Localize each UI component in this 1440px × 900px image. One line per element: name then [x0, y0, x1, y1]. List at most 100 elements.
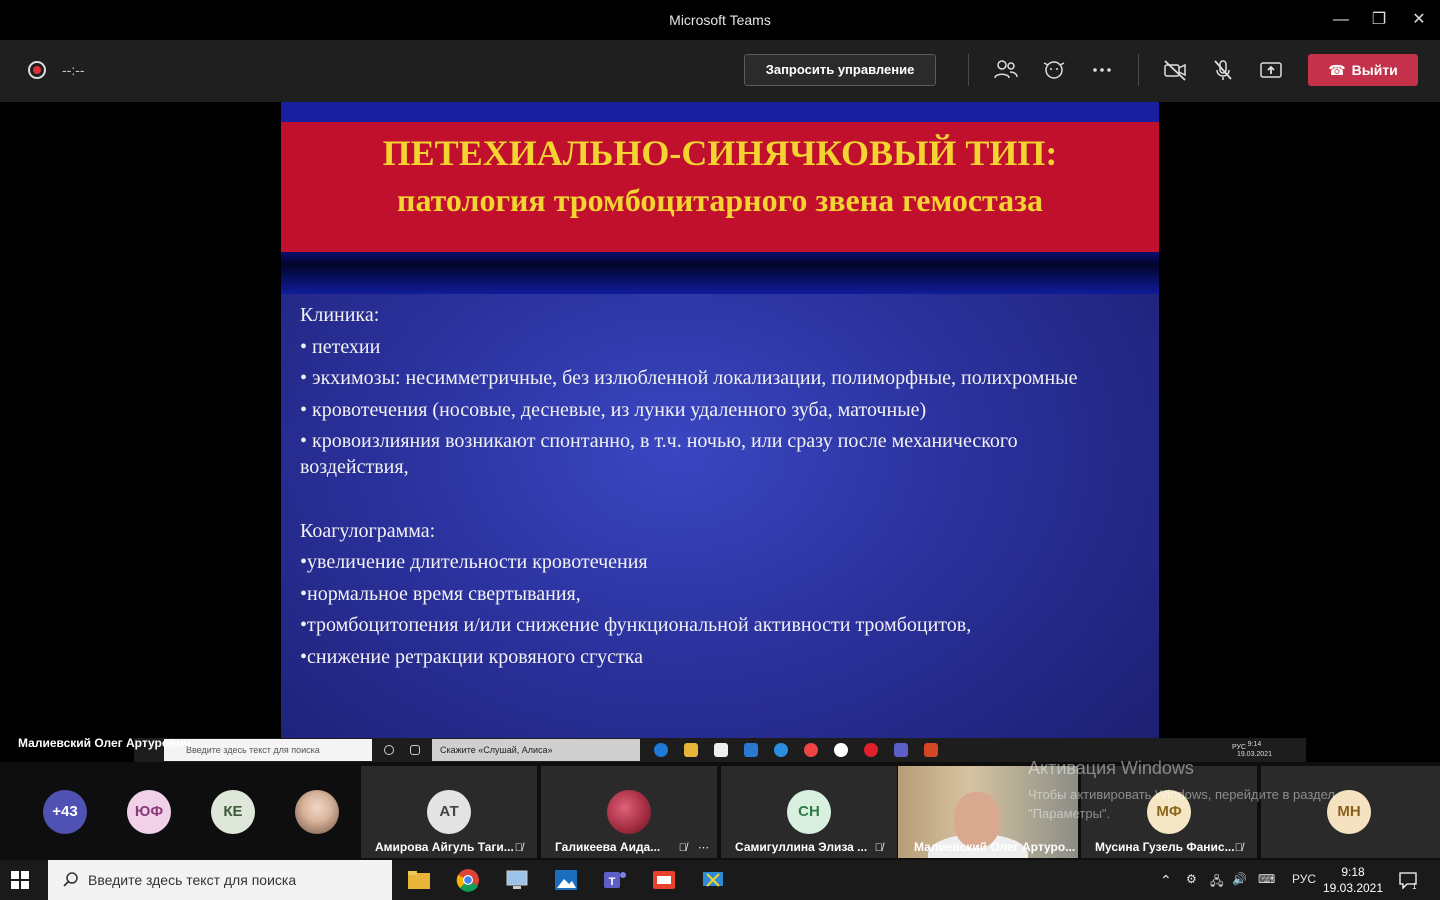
- participant-avatar[interactable]: ЮФ: [127, 790, 171, 834]
- overflow-participants[interactable]: +43: [43, 790, 87, 834]
- chrome-icon[interactable]: [454, 866, 482, 894]
- mic-off-icon: 🎙̸: [678, 842, 687, 854]
- participant-name: Самигуллина Элиза ...: [735, 840, 868, 854]
- mic-off-icon: 🎙̸: [874, 842, 883, 854]
- coag-item: •увеличение длительности кровотечения: [300, 551, 648, 573]
- meeting-timer: --:--: [62, 62, 85, 78]
- slide-body: Клиника: • петехии • экхимозы: несимметр…: [300, 302, 1159, 675]
- participants-icon[interactable]: [993, 57, 1019, 83]
- search-icon: [63, 872, 78, 887]
- participant-tile[interactable]: СН Самигуллина Элиза ... 🎙̸: [721, 766, 897, 858]
- windows-activation-watermark: Активация Windows Чтобы активировать Win…: [1028, 758, 1388, 823]
- toolbar-divider: [968, 54, 969, 86]
- clinic-heading: Клиника:: [300, 304, 380, 326]
- coag-item: •тромбоцитопения и/или снижение функцион…: [300, 614, 972, 636]
- task-view-icon: [410, 745, 420, 755]
- teams-icon[interactable]: T: [601, 866, 629, 894]
- request-control-button[interactable]: Запросить управление: [744, 54, 936, 86]
- participant-name: Мусина Гузель Фанис...: [1095, 840, 1235, 854]
- slide-title-box: ПЕТЕХИАЛЬНО-СИНЯЧКОВЫЙ ТИП: патология тр…: [281, 122, 1159, 252]
- yandex-icon: [834, 743, 848, 757]
- cortana-icon: [384, 745, 394, 755]
- clock-time: 9:18: [1341, 865, 1365, 879]
- presenter-name: Малиевский Олег Артурович: [18, 736, 191, 750]
- window-title: Microsoft Teams: [669, 12, 771, 28]
- presenter-clock: 9:14 19.03.2021: [1237, 740, 1272, 760]
- mic-off-icon[interactable]: [1210, 57, 1236, 83]
- toolbar-divider: [1138, 54, 1139, 86]
- taskbar-search-input[interactable]: Введите здесь текст для поиска: [48, 860, 392, 900]
- mic-off-icon: 🎙̸: [1234, 842, 1243, 854]
- mic-off-icon: 🎙̸: [514, 842, 523, 854]
- share-screen-icon[interactable]: [1258, 57, 1284, 83]
- chrome-icon: [804, 743, 818, 757]
- clinic-item: • кровоизлияния возникают спонтанно, в т…: [300, 430, 1018, 478]
- photos-icon[interactable]: [552, 866, 580, 894]
- presentation-app-icon[interactable]: [650, 866, 678, 894]
- edge-icon: [654, 743, 668, 757]
- opera-icon: [864, 743, 878, 757]
- participant-photo-avatar[interactable]: [295, 790, 339, 834]
- participant-name: Галикеева Аида...: [555, 840, 661, 854]
- clinic-item: • кровотечения (носовые, десневые, из лу…: [300, 398, 927, 421]
- more-options-icon[interactable]: [1089, 57, 1115, 83]
- close-button[interactable]: ✕: [1406, 8, 1432, 32]
- clinic-item: • петехии: [300, 335, 381, 358]
- restore-button[interactable]: ❐: [1366, 8, 1392, 32]
- teams-icon: [894, 743, 908, 757]
- meeting-toolbar: --:-- Запросить управление ☎ Выйти: [0, 40, 1440, 102]
- search-placeholder: Введите здесь текст для поиска: [88, 872, 297, 888]
- tray-chevron-icon[interactable]: ⌃: [1160, 872, 1172, 889]
- taskbar-clock[interactable]: 9:18 19.03.2021: [1320, 864, 1386, 896]
- participant-initials: АТ: [427, 790, 471, 834]
- slide-subtitle: патология тромбоцитарного звена гемостаз…: [397, 182, 1043, 218]
- explorer-icon: [684, 743, 698, 757]
- camera-off-icon[interactable]: [1162, 57, 1188, 83]
- coag-item: •снижение ретракции кровяного сгустка: [300, 645, 644, 668]
- alice-box: Скажите «Слушай, Алиса»: [432, 739, 640, 761]
- svg-text:T: T: [609, 876, 616, 888]
- notification-count: 1: [1412, 882, 1417, 890]
- notification-icon[interactable]: 1: [1398, 870, 1418, 890]
- shared-screen: ПЕТЕХИАЛЬНО-СИНЯЧКОВЫЙ ТИП: патология тр…: [0, 102, 1440, 762]
- presentation-slide: ПЕТЕХИАЛЬНО-СИНЯЧКОВЫЙ ТИП: патология тр…: [281, 102, 1159, 738]
- slide-top-band: [281, 102, 1159, 122]
- activation-title: Активация Windows: [1028, 758, 1194, 778]
- phone-hangup-icon: ☎: [1328, 62, 1346, 78]
- mail-icon: [744, 743, 758, 757]
- presenter-time: 9:14: [1247, 741, 1262, 748]
- title-bar: Microsoft Teams — ❐ ✕: [0, 0, 1440, 40]
- clinic-item: • экхимозы: несимметричные, без излюблен…: [300, 367, 1078, 389]
- network-icon[interactable]: 🖧: [1210, 872, 1223, 893]
- activation-text: Чтобы активировать Windows, перейдите в …: [1028, 787, 1335, 821]
- participant-name: Амирова Айгуль Таги...: [375, 840, 514, 854]
- leave-label: Выйти: [1351, 62, 1398, 78]
- snipping-tool-icon[interactable]: [699, 866, 727, 894]
- language-indicator[interactable]: РУС: [1292, 872, 1316, 886]
- powerpoint-icon: [924, 743, 938, 757]
- recording-icon: [28, 61, 46, 79]
- ie-icon: [774, 743, 788, 757]
- tray-app-icon[interactable]: ⚙: [1186, 872, 1197, 886]
- presenter-search-box: Введите здесь текст для поиска: [164, 739, 372, 761]
- participant-name: Малиевский Олег Артуро...: [914, 840, 1076, 854]
- minimize-button[interactable]: —: [1328, 8, 1354, 32]
- store-icon: [714, 743, 728, 757]
- participant-tile[interactable]: Галикеева Аида... 🎙̸ ⋯: [541, 766, 717, 858]
- clock-date: 19.03.2021: [1322, 881, 1384, 895]
- participant-tile[interactable]: АТ Амирова Айгуль Таги... 🎙̸: [361, 766, 537, 858]
- windows-start-icon[interactable]: [10, 870, 30, 890]
- participant-photo-avatar: [607, 790, 651, 834]
- coag-item: •нормальное время свертывания,: [300, 582, 581, 605]
- file-explorer-icon[interactable]: [405, 866, 433, 894]
- remote-desktop-icon[interactable]: [503, 866, 531, 894]
- chat-icon[interactable]: [1041, 57, 1067, 83]
- leave-button[interactable]: ☎ Выйти: [1308, 54, 1418, 86]
- participant-initials: СН: [787, 790, 831, 834]
- slide-title: ПЕТЕХИАЛЬНО-СИНЯЧКОВЫЙ ТИП:: [382, 133, 1058, 173]
- slide-dark-band: [281, 252, 1159, 294]
- volume-icon[interactable]: 🔊: [1232, 872, 1247, 886]
- more-icon[interactable]: ⋯: [698, 841, 709, 854]
- keyboard-icon[interactable]: ⌨: [1258, 872, 1275, 886]
- participant-avatar[interactable]: КЕ: [211, 790, 255, 834]
